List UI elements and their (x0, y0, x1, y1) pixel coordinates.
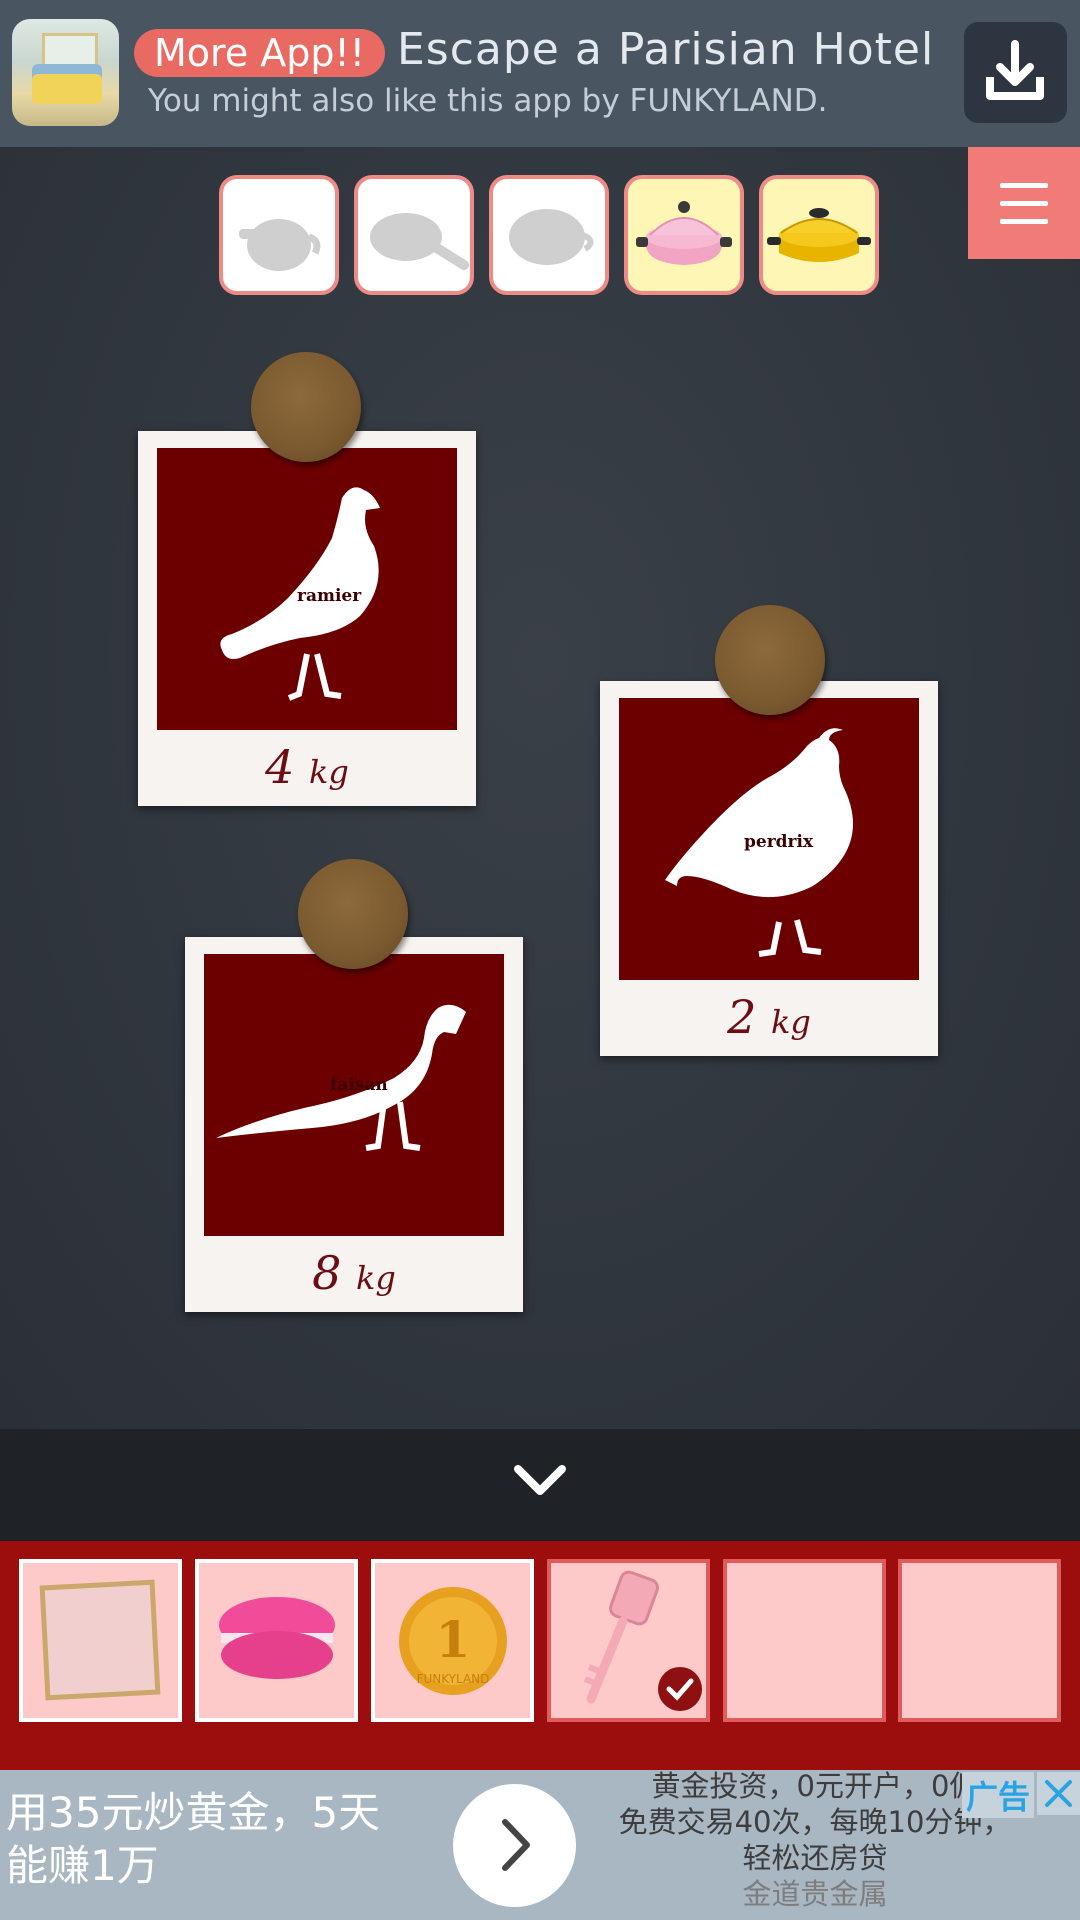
bird-label: ramier (297, 586, 362, 606)
slot-teapot[interactable] (219, 175, 339, 295)
hamburger-menu-icon (1000, 183, 1048, 188)
slot-pink-pot[interactable] (624, 175, 744, 295)
weight-label: 8 kg (312, 1246, 396, 1300)
inventory-slot-key[interactable] (547, 1559, 710, 1722)
chevron-down-icon[interactable] (514, 1463, 566, 1499)
saucepan-silhouette-icon (509, 209, 594, 265)
inventory-slot-empty[interactable] (723, 1559, 886, 1722)
ad-tag: 广告 (962, 1772, 1035, 1818)
hotel-thumbnail[interactable] (12, 19, 119, 126)
card-photo: perdrix (619, 698, 919, 980)
coin-brand: FUNKYLAND (417, 1672, 490, 1686)
yellow-casserole-icon (767, 208, 871, 262)
teapot-silhouette-icon (239, 219, 321, 271)
inventory-slot-frame[interactable] (19, 1559, 182, 1722)
bird-label: perdrix (744, 832, 814, 852)
push-pin (251, 352, 361, 462)
slot-saucepan[interactable] (489, 175, 609, 295)
slot-frying-pan[interactable] (354, 175, 474, 295)
banner-app-title[interactable]: Escape a Parisian Hotel (397, 24, 934, 75)
slot-yellow-pot[interactable] (759, 175, 879, 295)
more-apps-badge[interactable]: More App!! (134, 29, 385, 77)
download-button[interactable] (964, 22, 1067, 123)
push-pin (715, 605, 825, 715)
push-pin (298, 859, 408, 969)
coin-icon: 1 FUNKYLAND (399, 1587, 507, 1695)
menu-button[interactable] (968, 147, 1080, 259)
ad-open-button[interactable] (453, 1784, 576, 1907)
pink-pot-icon (636, 201, 732, 265)
coin-number: 1 (436, 1610, 471, 1669)
frying-pan-silhouette-icon (370, 213, 469, 270)
inventory-slot-coin[interactable]: 1 FUNKYLAND (371, 1559, 534, 1722)
pheasant-silhouette-icon (216, 1004, 466, 1151)
bird-card-faisan[interactable]: faisan 8 kg (185, 937, 523, 1312)
bird-card-ramier[interactable]: ramier 4 kg (138, 431, 476, 806)
picture-frame-icon (39, 1579, 161, 1701)
banner-subtitle: You might also like this app by FUNKYLAN… (148, 83, 828, 119)
card-photo: faisan (204, 954, 504, 1236)
bird-label: faisan (330, 1075, 388, 1095)
inventory-slot-empty[interactable] (898, 1559, 1061, 1722)
weight-label: 2 kg (727, 990, 811, 1044)
card-photo: ramier (157, 448, 457, 730)
chevron-right-icon (502, 1819, 530, 1871)
inventory-slot-macaron[interactable] (195, 1559, 358, 1722)
weight-label: 4 kg (265, 740, 349, 794)
ad-close-button[interactable] (1037, 1772, 1080, 1815)
bird-card-perdrix[interactable]: perdrix 2 kg (600, 681, 938, 1056)
checkmark-icon (658, 1667, 702, 1711)
macaron-icon (219, 1597, 335, 1679)
download-icon (986, 40, 1044, 100)
top-ad-banner[interactable]: More App!! Escape a Parisian Hotel You m… (0, 0, 1080, 147)
close-icon (1045, 1780, 1072, 1807)
ad-headline[interactable]: 用35元炒黄金，5天 能赚1万 (6, 1786, 446, 1892)
